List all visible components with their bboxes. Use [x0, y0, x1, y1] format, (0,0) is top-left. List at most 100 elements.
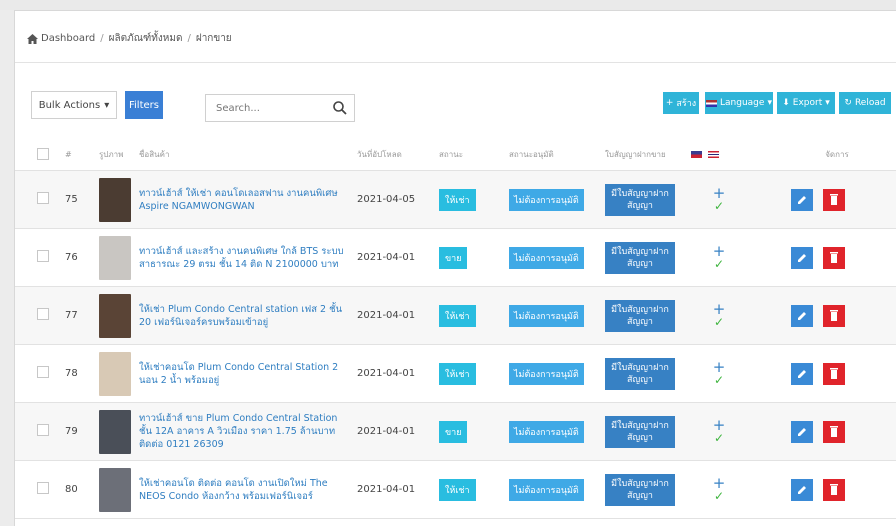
product-thumbnail[interactable] — [99, 235, 131, 280]
top-bar — [0, 0, 896, 10]
row-id: 78 — [59, 344, 95, 403]
header-contract[interactable]: ใบสัญญาฝากขาย — [605, 139, 691, 171]
breadcrumb-products[interactable]: ผลิตภัณฑ์ทั้งหมด — [109, 31, 183, 46]
reload-label: Reload — [854, 98, 886, 108]
row-id: 76 — [59, 228, 95, 287]
header-divider — [15, 62, 896, 63]
table-row: 75 ทาวน์เฮ้าส์ ให้เช่า คอนโดเลอสฟาน งานค… — [15, 170, 896, 229]
product-name-link[interactable]: ทาวน์เฮ้าส์ ขาย Plum Condo Central Stati… — [139, 402, 357, 461]
add-translation-icon[interactable]: + — [709, 417, 729, 432]
product-name-link[interactable]: ให้เช่า Plum Condo Central station เฟส 2… — [139, 286, 357, 345]
edit-icon — [798, 195, 806, 204]
status-badge: ให้เช่า — [439, 478, 476, 501]
table-row: 78 ให้เช่าคอนโด Plum Condo Central Stati… — [15, 344, 896, 403]
add-translation-icon[interactable]: + — [709, 359, 729, 374]
product-name-link[interactable]: ให้เช่าคอนโด Plum Condo Central Station … — [139, 344, 357, 403]
header-upload-date[interactable]: วันที่อัปโหลด — [357, 139, 439, 171]
header-status[interactable]: สถานะ — [439, 139, 509, 171]
row-checkbox[interactable] — [37, 192, 49, 204]
add-translation-icon[interactable]: + — [709, 301, 729, 316]
row-checkbox[interactable] — [37, 424, 49, 436]
caret-down-icon: ▾ — [767, 98, 772, 108]
language-dropdown[interactable]: Language ▾ — [705, 92, 773, 114]
product-thumbnail[interactable] — [99, 409, 131, 454]
approval-badge: ไม่ต้องการอนุมัติ — [509, 478, 584, 501]
check-icon: ✓ — [713, 198, 725, 213]
delete-button[interactable] — [822, 362, 845, 385]
edit-button[interactable] — [791, 420, 813, 443]
contract-button[interactable]: มีใบสัญญาฝาก สัญญา — [605, 241, 675, 274]
row-checkbox[interactable] — [37, 482, 49, 494]
product-thumbnail[interactable] — [99, 467, 131, 512]
product-name-link[interactable]: ทาวน์เฮ้าส์ และสร้าง งานคนพิเศษ ใกล้ BTS… — [139, 228, 357, 287]
add-translation-icon[interactable]: + — [709, 475, 729, 490]
trash-icon — [829, 193, 838, 205]
filters-label: Filters — [129, 99, 159, 111]
download-icon: ⬇ — [782, 98, 790, 108]
contract-button[interactable]: มีใบสัญญาฝาก สัญญา — [605, 183, 675, 216]
reload-button[interactable]: ↻ Reload — [839, 92, 891, 114]
header-actions: จัดการ — [777, 139, 896, 171]
bulk-actions-dropdown[interactable]: Bulk Actions ▾ — [31, 91, 117, 119]
language-label: Language — [720, 98, 765, 108]
search-input[interactable] — [214, 95, 328, 121]
row-checkbox[interactable] — [37, 250, 49, 262]
breadcrumb-separator: / — [187, 33, 191, 44]
edit-icon — [798, 485, 806, 494]
caret-down-icon: ▾ — [104, 99, 110, 111]
product-name-link[interactable]: ทาวน์เฮ้าส์ ให้เช่า คอนโดเลอสฟาน งานคนพิ… — [139, 170, 357, 229]
search-icon[interactable] — [332, 100, 348, 116]
row-checkbox[interactable] — [37, 366, 49, 378]
delete-button[interactable] — [822, 304, 845, 327]
header-approval[interactable]: สถานะอนุมัติ — [509, 139, 605, 171]
approval-badge: ไม่ต้องการอนุมัติ — [509, 304, 584, 327]
trash-icon — [829, 367, 838, 379]
delete-button[interactable] — [822, 188, 845, 211]
add-translation-icon[interactable]: + — [709, 243, 729, 258]
status-badge: ให้เช่า — [439, 362, 476, 385]
check-icon: ✓ — [713, 372, 725, 387]
plus-icon: + — [665, 98, 674, 108]
edit-button[interactable] — [791, 362, 813, 385]
check-icon: ✓ — [713, 430, 725, 445]
product-thumbnail[interactable] — [99, 177, 131, 222]
edit-button[interactable] — [791, 246, 813, 269]
breadcrumb-dashboard[interactable]: Dashboard — [41, 33, 95, 44]
export-dropdown[interactable]: ⬇ Export ▾ — [777, 92, 835, 114]
product-name-link[interactable]: ให้เช่าคอนโด ติดต่อ คอนโด งานเปิดใหม่ Th… — [139, 460, 357, 519]
product-thumbnail[interactable] — [99, 351, 131, 396]
table-row: 80 ให้เช่าคอนโด ติดต่อ คอนโด งานเปิดใหม่… — [15, 460, 896, 519]
header-name[interactable]: ชื่อสินค้า — [139, 139, 357, 171]
delete-button[interactable] — [822, 246, 845, 269]
header-id[interactable]: # — [59, 139, 95, 171]
add-translation-icon[interactable]: + — [709, 185, 729, 200]
contract-button[interactable]: มีใบสัญญาฝาก สัญญา — [605, 357, 675, 390]
flag-icon — [707, 151, 719, 158]
breadcrumb: Dashboard / ผลิตภัณฑ์ทั้งหมด / ฝากขาย — [27, 31, 232, 46]
check-icon: ✓ — [713, 256, 725, 271]
contract-button[interactable]: มีใบสัญญาฝาก สัญญา — [605, 473, 675, 506]
edit-icon — [798, 427, 806, 436]
product-thumbnail[interactable] — [99, 293, 131, 338]
contract-button[interactable]: มีใบสัญญาฝาก สัญญา — [605, 415, 675, 448]
upload-date: 2021-04-01 — [357, 286, 439, 345]
add-button[interactable]: + สร้าง — [663, 92, 699, 114]
status-badge: ให้เช่า — [439, 188, 476, 211]
header-language — [691, 139, 777, 171]
edit-button[interactable] — [791, 478, 813, 501]
status-badge: ขาย — [439, 420, 468, 443]
row-checkbox[interactable] — [37, 308, 49, 320]
select-all-checkbox[interactable] — [37, 147, 49, 160]
delete-button[interactable] — [822, 478, 845, 501]
contract-button[interactable]: มีใบสัญญาฝาก สัญญา — [605, 299, 675, 332]
table-row: 76 ทาวน์เฮ้าส์ และสร้าง งานคนพิเศษ ใกล้ … — [15, 228, 896, 287]
flag-icon — [706, 99, 718, 107]
edit-button[interactable] — [791, 188, 813, 211]
approval-badge: ไม่ต้องการอนุมัติ — [509, 246, 584, 269]
add-label: สร้าง — [676, 99, 697, 109]
upload-date: 2021-04-05 — [357, 170, 439, 229]
delete-button[interactable] — [822, 420, 845, 443]
filters-button[interactable]: Filters — [125, 91, 163, 119]
export-label: Export — [792, 98, 823, 108]
edit-button[interactable] — [791, 304, 813, 327]
